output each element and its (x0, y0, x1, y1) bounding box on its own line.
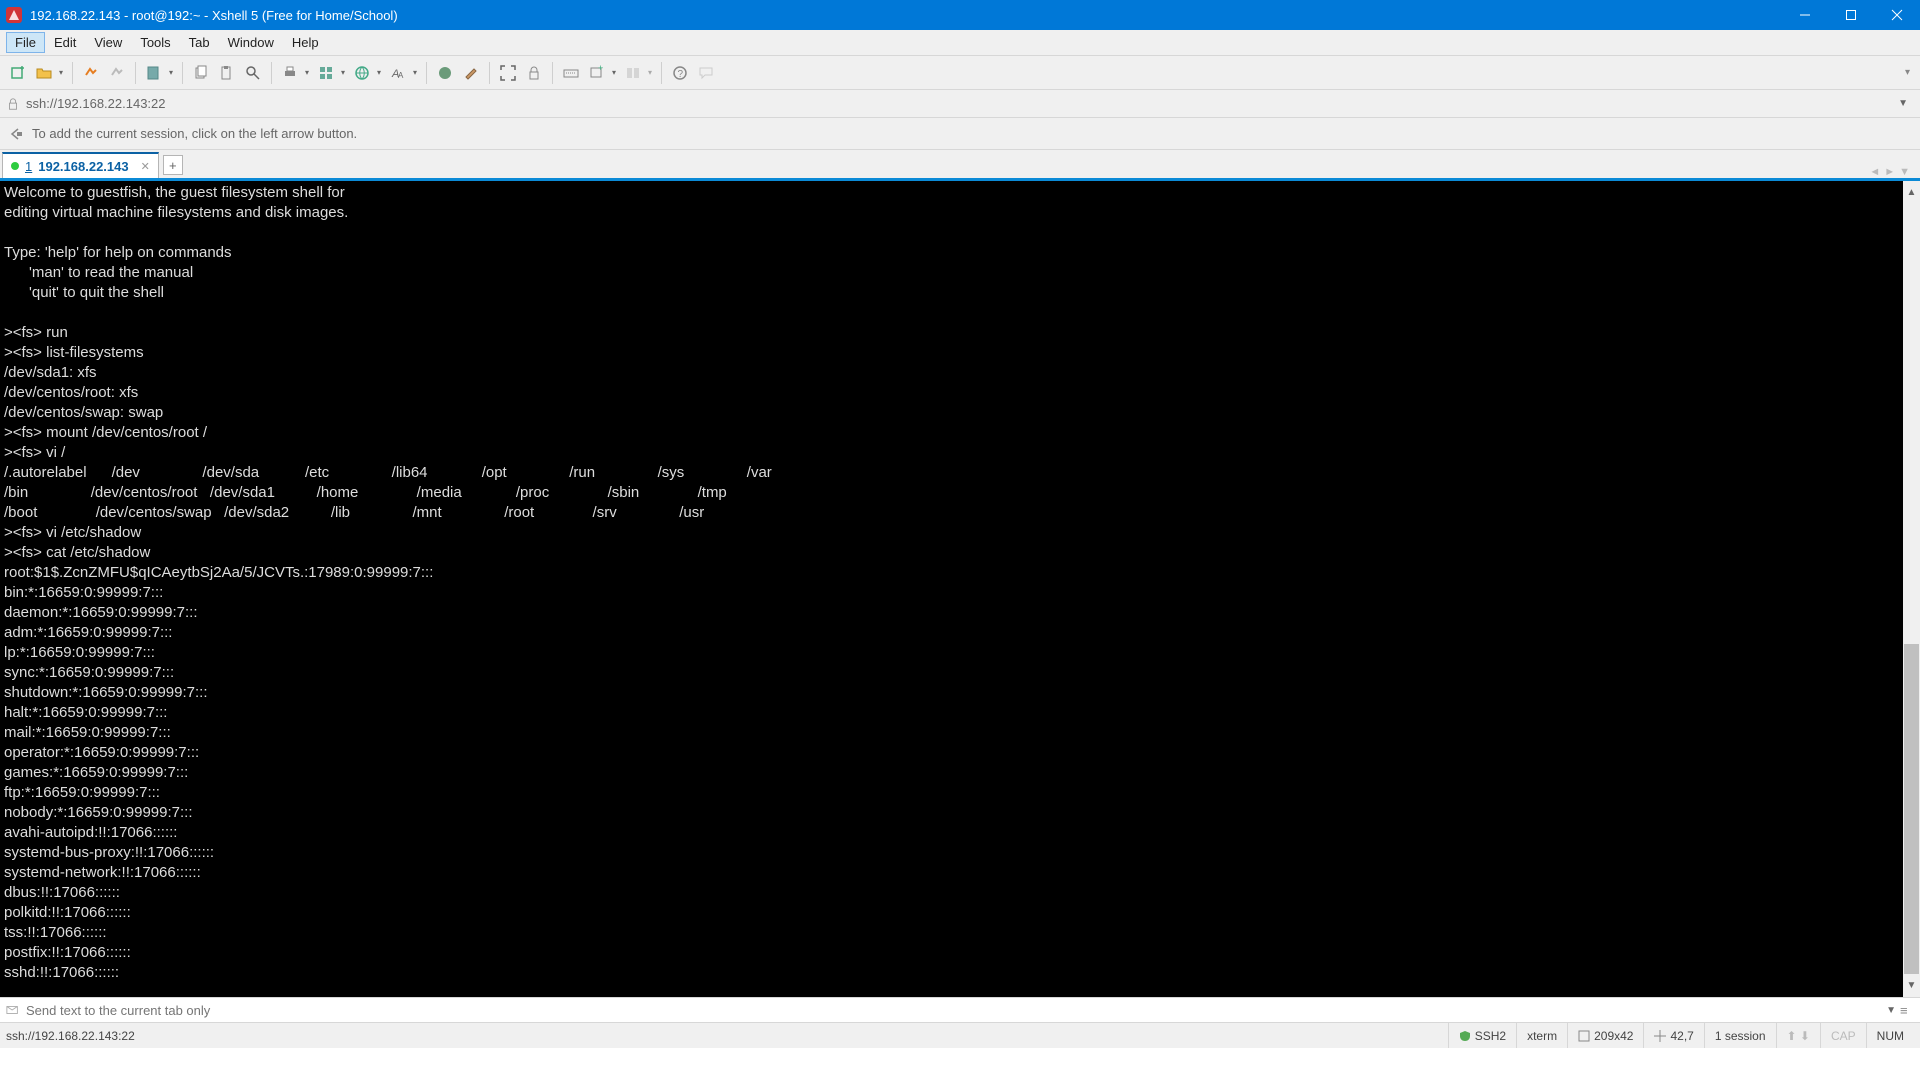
tab-label: 192.168.22.143 (38, 159, 128, 174)
menu-tools[interactable]: Tools (131, 32, 179, 53)
status-cap: CAP (1820, 1023, 1866, 1048)
separator (661, 62, 662, 84)
menu-bar: File Edit View Tools Tab Window Help (0, 30, 1920, 56)
grid-icon (1578, 1030, 1590, 1042)
font-button[interactable]: AA (386, 61, 420, 85)
svg-text:A: A (398, 71, 404, 80)
status-num: NUM (1866, 1023, 1914, 1048)
find-button[interactable] (241, 61, 265, 85)
separator (72, 62, 73, 84)
menu-tab[interactable]: Tab (180, 32, 219, 53)
encoding-button[interactable] (350, 61, 384, 85)
tile-button[interactable] (621, 61, 655, 85)
arrow-left-icon (8, 126, 24, 142)
hint-text: To add the current session, click on the… (32, 126, 357, 141)
status-term: xterm (1516, 1023, 1567, 1048)
menu-help[interactable]: Help (283, 32, 328, 53)
address-dropdown[interactable]: ▼ (1892, 98, 1914, 109)
copy-button[interactable] (189, 61, 213, 85)
menu-edit[interactable]: Edit (45, 32, 85, 53)
maximize-button[interactable] (1828, 0, 1874, 30)
new-session-button[interactable] (6, 61, 30, 85)
session-tab[interactable]: 1 192.168.22.143 ✕ (2, 152, 159, 178)
status-dot-icon (11, 162, 19, 170)
window-titlebar: 192.168.22.143 - root@192:~ - Xshell 5 (… (0, 0, 1920, 30)
tab-close-icon[interactable]: ✕ (141, 160, 150, 173)
svg-text:?: ? (678, 69, 684, 80)
scroll-down-icon[interactable]: ▼ (1907, 974, 1917, 997)
separator (271, 62, 272, 84)
disconnect-button[interactable] (105, 61, 129, 85)
paste-button[interactable] (215, 61, 239, 85)
app-icon (6, 7, 22, 23)
lock-button[interactable] (522, 61, 546, 85)
status-updown: ⬆ ⬇ (1776, 1023, 1820, 1048)
send-icon (6, 1003, 20, 1017)
profile-button[interactable] (142, 61, 176, 85)
window-title: 192.168.22.143 - root@192:~ - Xshell 5 (… (30, 8, 1782, 23)
separator (552, 62, 553, 84)
terminal-scrollbar[interactable]: ▲ ▼ (1903, 181, 1920, 997)
status-cursor: 42,7 (1643, 1023, 1703, 1048)
help-button[interactable]: ? (668, 61, 692, 85)
address-text: ssh://192.168.22.143:22 (26, 96, 166, 111)
color-button[interactable] (433, 61, 457, 85)
separator (489, 62, 490, 84)
status-address: ssh://192.168.22.143:22 (6, 1029, 1448, 1043)
chat-button[interactable] (694, 61, 718, 85)
send-target-dropdown[interactable]: ▼ (1882, 1005, 1900, 1016)
separator (135, 62, 136, 84)
send-grip-icon: ≡ (1900, 1003, 1914, 1018)
toolbar-overflow[interactable]: ▾ (1901, 67, 1914, 78)
terminal-output: Welcome to guestfish, the guest filesyst… (4, 184, 772, 997)
tab-list-button[interactable]: ▼ (1899, 166, 1910, 178)
hint-bar: To add the current session, click on the… (0, 118, 1920, 150)
menu-window[interactable]: Window (219, 32, 283, 53)
tab-index: 1 (25, 159, 32, 174)
lock-icon (6, 97, 20, 111)
status-bar: ssh://192.168.22.143:22 SSH2 xterm 209x4… (0, 1023, 1920, 1048)
separator (426, 62, 427, 84)
layout-button[interactable] (314, 61, 348, 85)
menu-view[interactable]: View (85, 32, 131, 53)
status-sessions: 1 session (1704, 1023, 1776, 1048)
new-window-button[interactable]: + (585, 61, 619, 85)
terminal-pane[interactable]: Welcome to guestfish, the guest filesyst… (0, 181, 1920, 997)
scroll-up-icon[interactable]: ▲ (1907, 181, 1917, 204)
send-input[interactable] (26, 1003, 1882, 1018)
fullscreen-button[interactable] (496, 61, 520, 85)
reconnect-button[interactable] (79, 61, 103, 85)
address-bar[interactable]: ssh://192.168.22.143:22 ▼ (0, 90, 1920, 118)
position-icon (1654, 1030, 1666, 1042)
close-button[interactable] (1874, 0, 1920, 30)
toolbar: AA + ? ▾ (0, 56, 1920, 90)
separator (182, 62, 183, 84)
open-button[interactable] (32, 61, 66, 85)
scroll-thumb[interactable] (1904, 644, 1919, 974)
tab-strip: 1 192.168.22.143 ✕ + ◄ ► ▼ (0, 150, 1920, 178)
tab-next-button[interactable]: ► (1884, 166, 1895, 178)
svg-text:+: + (598, 65, 603, 73)
keyboard-button[interactable] (559, 61, 583, 85)
send-bar[interactable]: ▼ ≡ (0, 997, 1920, 1023)
print-button[interactable] (278, 61, 312, 85)
minimize-button[interactable] (1782, 0, 1828, 30)
status-protocol: SSH2 (1448, 1023, 1516, 1048)
highlight-button[interactable] (459, 61, 483, 85)
menu-file[interactable]: File (6, 32, 45, 53)
status-size: 209x42 (1567, 1023, 1643, 1048)
add-tab-button[interactable]: + (163, 155, 183, 175)
shield-icon (1459, 1030, 1471, 1042)
tab-prev-button[interactable]: ◄ (1869, 166, 1880, 178)
